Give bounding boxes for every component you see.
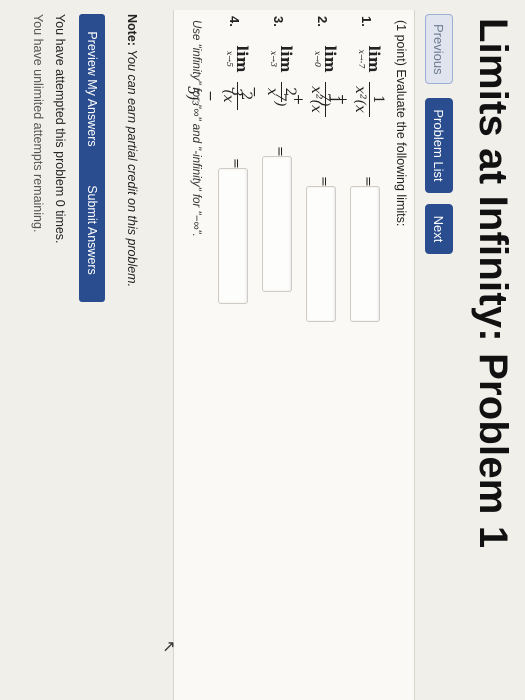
submit-answers-button[interactable]: Submit Answers [79,158,105,302]
limit-approach: x→0 [313,50,322,68]
limit-operator: lim x→0 [312,38,339,80]
numerator: 2 [282,87,298,97]
limit-operator: lim x→5 [224,38,251,80]
problem-intro: (1 point) Evaluate the following limits: [394,20,408,227]
infinity-hint: Use "infinity" for "∞" and "-infinity" f… [190,20,202,237]
problem-list-button[interactable]: Problem List [425,98,453,193]
limit-operator: lim x→3 [268,38,295,80]
limit-approach: x→3 [269,50,278,68]
problem-number: 4. [227,16,242,27]
lim-word: lim [233,45,251,73]
lim-word: lim [365,45,383,73]
mouse-cursor-icon: ↖ [160,640,177,654]
limit-approach: x→-7 [357,49,366,69]
webwork-page: Limits at Infinity: Problem 1 Previous P… [0,0,525,700]
next-button[interactable]: Next [425,204,453,254]
answer-input-3[interactable] [262,156,292,292]
problem-number: 3. [271,16,286,27]
lim-word: lim [321,45,339,73]
note-text: You can earn partial credit on this prob… [125,49,139,288]
page-title: Limits at Infinity: Problem 1 [471,18,515,549]
previous-button[interactable]: Previous [425,14,453,84]
partial-credit-note: Note: You can earn partial credit on thi… [125,14,139,287]
limit-approach: x→5 [225,50,234,68]
answer-input-1[interactable] [350,186,380,322]
answer-input-4[interactable] [218,168,248,304]
attempts-remaining: You have unlimited attempts remaining. [31,14,45,233]
numerator: 2 [238,91,254,101]
problem-number: 1. [359,16,374,27]
limit-operator: lim x→-7 [356,38,383,80]
answer-input-2[interactable] [306,186,336,322]
problem-panel: (1 point) Evaluate the following limits:… [173,10,415,700]
preview-answers-button[interactable]: Preview My Answers [79,14,105,164]
numerator: 1 [370,94,386,104]
problem-number: 2. [315,16,330,27]
note-label: Note: [125,14,139,46]
lim-word: lim [277,45,295,73]
numerator: 1 [326,94,342,104]
attempts-status: You have attempted this problem 0 times. [53,14,67,244]
